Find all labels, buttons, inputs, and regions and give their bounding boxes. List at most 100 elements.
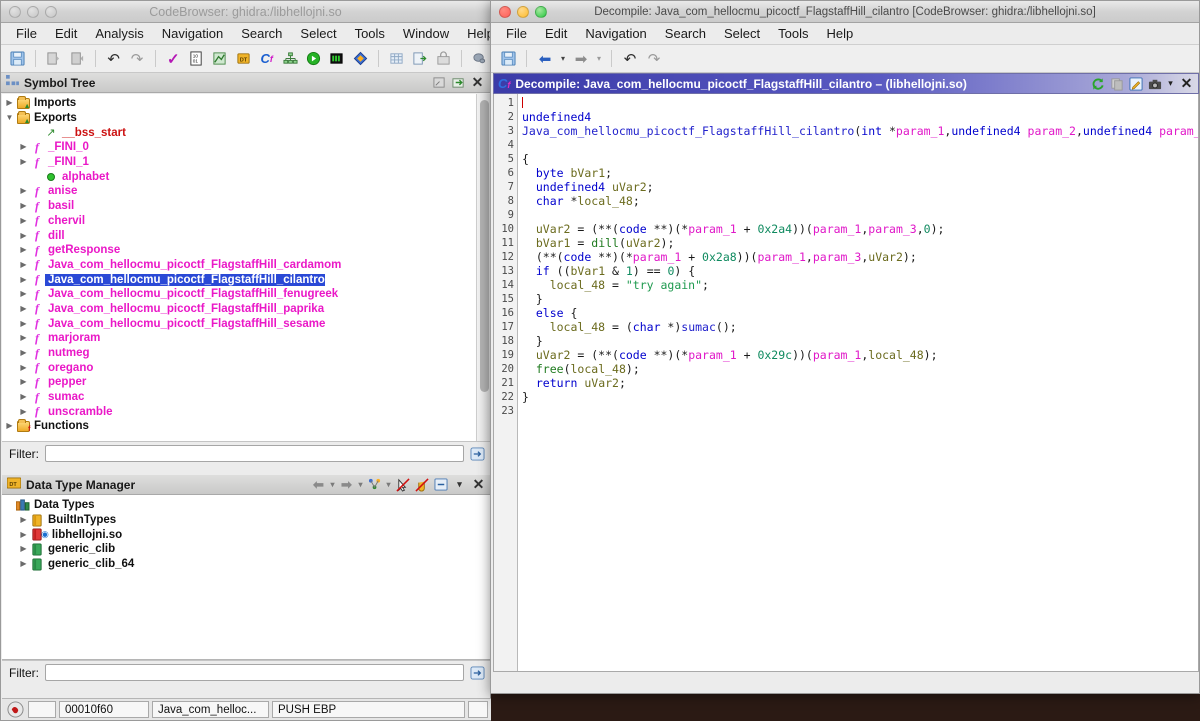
decompile-traffic-lights[interactable] — [491, 5, 547, 18]
close-program-icon[interactable] — [67, 48, 88, 70]
chevron-right-icon[interactable]: ▶ — [18, 407, 29, 416]
chevron-right-icon[interactable]: ▶ — [18, 246, 29, 254]
code-line[interactable]: uVar2 = (**(code **)(*param_1 + 0x2a4))(… — [522, 222, 1198, 236]
chevron-right-icon[interactable]: ▶ — [4, 99, 15, 107]
data-type-item-row[interactable]: ▶ generic_clib — [4, 542, 491, 557]
data-type-manager-body[interactable]: Data Types ▶ BuiltInTypes ▶ ◉ libhellojni.so ▶… — [2, 495, 491, 660]
code-line[interactable]: local_48 = "try again"; — [522, 278, 1198, 292]
decompile-titlebar[interactable]: Decompile: Java_com_hellocmu_picoctf_Fla… — [491, 1, 1199, 23]
menu-edit[interactable]: Edit — [46, 25, 86, 42]
symbol-tree-item-row[interactable]: ▶ f _FINI_1 — [4, 155, 475, 170]
code-line[interactable]: } — [522, 390, 1198, 404]
chevron-right-icon[interactable]: ▶ — [18, 216, 29, 225]
symbol-tree-item-row[interactable]: ▶ f unscramble — [4, 404, 475, 419]
data-type-item-row[interactable]: Data Types — [4, 498, 491, 513]
menu-edit[interactable]: Edit — [536, 25, 576, 42]
symbol-tree-item-row[interactable]: ▶ f anise — [4, 184, 475, 199]
memory-map-icon[interactable] — [209, 48, 230, 70]
chevron-right-icon[interactable]: ▶ — [18, 158, 29, 166]
close-window-button[interactable] — [499, 5, 511, 18]
data-type-item-row[interactable]: ▶ generic_clib_64 — [4, 557, 491, 572]
symbol-tree-item-row[interactable]: ▶ f nutmeg — [4, 346, 475, 361]
code-line[interactable]: uVar2 = (**(code **)(*param_1 + 0x29c))(… — [522, 348, 1198, 362]
code-line[interactable]: char *local_48; — [522, 194, 1198, 208]
chevron-right-icon[interactable]: ▶ — [18, 530, 29, 539]
menu-tools[interactable]: Tools — [769, 25, 817, 42]
menu-tools[interactable]: Tools — [346, 25, 394, 42]
menu-file[interactable]: File — [7, 25, 46, 42]
undo-icon[interactable]: ↶ — [619, 48, 641, 70]
chevron-right-icon[interactable]: ▶ — [18, 560, 29, 568]
code-line[interactable]: return uVar2; — [522, 376, 1198, 390]
data-type-manager-filter-row[interactable]: Filter: — [2, 660, 491, 684]
copy-icon[interactable] — [1107, 75, 1126, 92]
call-tree-icon[interactable] — [279, 48, 300, 70]
code-line[interactable]: { — [522, 152, 1198, 166]
chevron-right-icon[interactable]: ▶ — [18, 275, 29, 284]
menu-window[interactable]: Window — [394, 25, 458, 42]
code-line[interactable]: Java_com_hellocmu_picoctf_FlagstaffHill_… — [522, 124, 1198, 138]
redo-icon[interactable]: ↷ — [126, 48, 147, 70]
chevron-right-icon[interactable]: ▶ — [4, 422, 15, 430]
code-line[interactable]: bVar1 = dill(uVar2); — [522, 236, 1198, 250]
close-icon[interactable]: ✕ — [468, 74, 487, 91]
menu-navigation[interactable]: Navigation — [576, 25, 655, 42]
analyze-check-icon[interactable]: ✓ — [163, 48, 184, 70]
decompile-window[interactable]: Decompile: Java_com_hellocmu_picoctf_Fla… — [490, 0, 1200, 694]
edit-icon[interactable] — [1126, 75, 1145, 92]
code-line[interactable] — [522, 208, 1198, 222]
forward-dropdown-icon[interactable]: ▾ — [594, 48, 604, 70]
filter-tree-icon[interactable] — [365, 476, 384, 493]
codebrowser-toolbar[interactable]: ↶ ↷ ✓ 10 01 DT Cf — [1, 45, 490, 73]
menu-dropdown-icon[interactable]: ▾ — [450, 476, 469, 493]
codebrowser-window[interactable]: CodeBrowser: ghidra:/libhellojni.so File… — [0, 0, 494, 721]
table-icon[interactable] — [386, 48, 407, 70]
symbol-tree-item-row[interactable]: ▶ f Functions — [4, 418, 475, 434]
symbol-tree-body[interactable]: ▶ ▲ Imports ▼ ▲ Exports ↗ __bss_start ▶ f _FINI_0 ▶… — [2, 94, 491, 441]
chevron-right-icon[interactable]: ▶ — [18, 304, 29, 313]
chevron-right-icon[interactable]: ▶ — [18, 349, 29, 357]
chevron-right-icon[interactable]: ▶ — [18, 290, 29, 298]
code-line[interactable] — [522, 96, 1198, 110]
symbol-tree-item-row[interactable]: ▶ ▲ Imports — [4, 95, 475, 111]
open-program-icon[interactable] — [43, 48, 64, 70]
code-line[interactable] — [522, 138, 1198, 152]
symbol-tree-filter-options-icon[interactable] — [467, 445, 487, 463]
diff-icon[interactable] — [349, 48, 370, 70]
symbol-tree-item-row[interactable]: ▶ f Java_com_hellocmu_picoctf_FlagstaffHil… — [4, 301, 475, 317]
new-window-icon[interactable] — [449, 74, 468, 91]
code-line[interactable] — [522, 404, 1198, 418]
menu-search[interactable]: Search — [656, 25, 715, 42]
archive-icon[interactable] — [432, 48, 453, 70]
symbol-tree-item-row[interactable]: ▶ f marjoram — [4, 331, 475, 346]
register-viewer-icon[interactable] — [326, 48, 347, 70]
data-type-manager-filter-options-icon[interactable] — [467, 664, 487, 682]
minimize-window-button[interactable] — [27, 5, 39, 18]
chevron-right-icon[interactable]: ▶ — [18, 260, 29, 269]
chevron-right-icon[interactable]: ▶ — [18, 202, 29, 210]
collapse-icon[interactable] — [431, 476, 450, 493]
symbol-tree-item-row[interactable]: ▶ f Java_com_hellocmu_picoctf_FlagstaffHil… — [4, 316, 475, 331]
data-type-manager-icon[interactable]: DT — [233, 48, 254, 70]
symbol-tree-item-row[interactable]: ▶ f chervil — [4, 213, 475, 229]
pin-icon[interactable] — [430, 74, 449, 91]
run-analysis-icon[interactable] — [303, 48, 324, 70]
symbol-tree-filter-row[interactable]: Filter: — [2, 441, 491, 465]
chevron-down-icon[interactable]: ▼ — [4, 114, 15, 122]
chevron-right-icon[interactable]: ▶ — [18, 334, 29, 342]
codebrowser-menubar[interactable]: File Edit Analysis Navigation Search Sel… — [1, 23, 494, 45]
decompile-code-area[interactable]: 1 2 3 4 5 6 7 8 9 10 11 12 13 14 15 16 17 18 19 20 21 22 23 un… — [493, 94, 1199, 672]
menu-select[interactable]: Select — [715, 25, 769, 42]
code-line[interactable]: else { — [522, 306, 1198, 320]
function-graph-icon[interactable]: Cf — [256, 48, 277, 70]
codebrowser-titlebar[interactable]: CodeBrowser: ghidra:/libhellojni.so — [1, 1, 490, 23]
forward-arrow-icon[interactable]: ➡ — [570, 48, 592, 70]
code-line[interactable]: undefined4 uVar2; — [522, 180, 1198, 194]
chevron-right-icon[interactable]: ▶ — [18, 187, 29, 195]
symbol-tree-item-row[interactable]: ▶ f dill — [4, 228, 475, 243]
menu-search[interactable]: Search — [232, 25, 291, 42]
code-line[interactable]: byte bVar1; — [522, 166, 1198, 180]
decompiled-code[interactable]: undefined4 Java_com_hellocmu_picoctf_Flag… — [518, 94, 1198, 671]
minimize-window-button[interactable] — [517, 5, 529, 18]
chevron-right-icon[interactable]: ▶ — [18, 378, 29, 386]
